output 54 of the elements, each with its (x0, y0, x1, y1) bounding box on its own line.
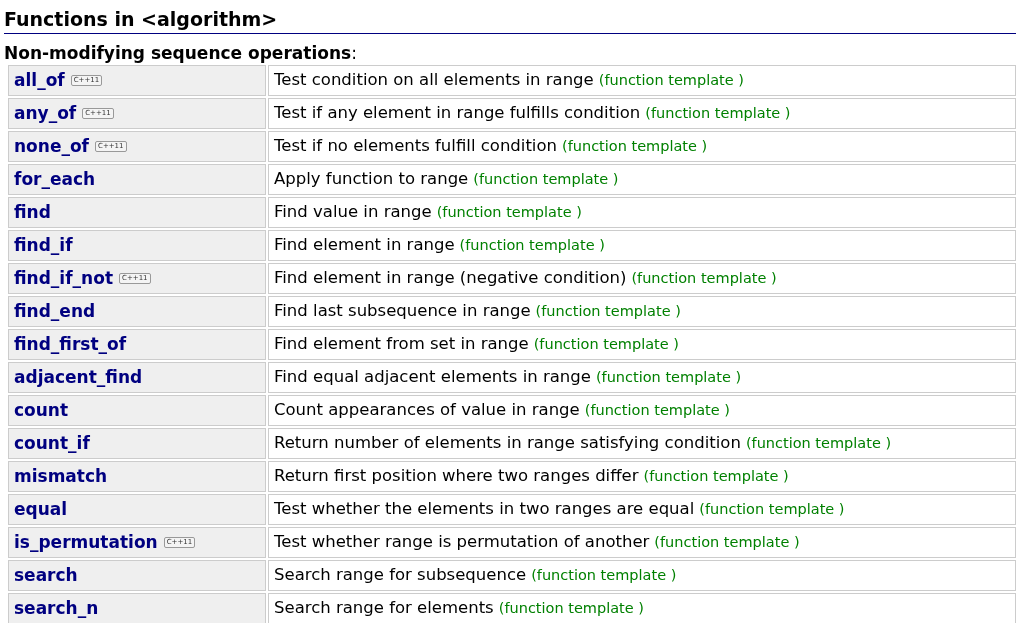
function-link[interactable]: equal (14, 496, 68, 523)
section-heading: Non-modifying sequence operations (4, 42, 352, 64)
description-text: Test whether range is permutation of another (274, 531, 650, 554)
function-link[interactable]: find (14, 199, 51, 226)
page-title: Functions in <algorithm> (4, 7, 278, 32)
description-text: Find element in range (274, 234, 455, 257)
function-link[interactable]: mismatch (14, 463, 108, 490)
function-kind-label: (function template ) (531, 565, 677, 585)
description-text: Find element from set in range (274, 333, 529, 356)
function-kind-label: (function template ) (699, 499, 845, 519)
function-link[interactable]: find_end (14, 298, 96, 325)
function-kind-label: (function template ) (654, 532, 800, 552)
description-text: Return number of elements in range satisfying condition (274, 432, 741, 455)
function-kind-label: (function template ) (584, 400, 730, 420)
description-text: Find last subsequence in range (274, 300, 531, 323)
function-kind-label: (function template ) (535, 301, 681, 321)
function-link[interactable]: find_if (14, 232, 73, 259)
description-text: Search range for subsequence (274, 564, 527, 587)
description-text: Count appearances of value in range (274, 399, 580, 422)
function-kind-label: (function template ) (436, 202, 582, 222)
function-link[interactable]: adjacent_find (14, 364, 143, 391)
description-text: Find element in range (negative condition) (274, 267, 627, 290)
function-link[interactable]: none_of (14, 133, 89, 160)
description-text: Search range for elements (274, 597, 494, 620)
function-link[interactable]: find_if_not (14, 265, 113, 292)
function-link[interactable]: any_of (14, 100, 77, 127)
function-link[interactable]: search (14, 562, 78, 589)
function-kind-label: (function template ) (533, 334, 679, 354)
function-kind-label: (function template ) (631, 268, 777, 288)
function-kind-label: (function template ) (562, 136, 708, 156)
function-link[interactable]: for_each (14, 166, 96, 193)
function-link[interactable]: search_n (14, 595, 99, 622)
function-kind-label: (function template ) (598, 70, 744, 90)
function-kind-label: (function template ) (643, 466, 789, 486)
function-kind-label: (function template ) (645, 103, 791, 123)
description-text: Test if no elements fulfill condition (274, 135, 557, 158)
description-text: Return first position where two ranges differ (274, 465, 639, 488)
description-text: Find equal adjacent elements in range (274, 366, 591, 389)
description-text: Test condition on all elements in range (274, 69, 594, 92)
description-text: Find value in range (274, 201, 432, 224)
description-text: Apply function to range (274, 168, 469, 191)
function-link[interactable]: count (14, 397, 69, 424)
function-link[interactable]: all_of (14, 67, 65, 94)
function-kind-label: (function template ) (473, 169, 619, 189)
function-link[interactable]: find_first_of (14, 331, 127, 358)
function-kind-label: (function template ) (459, 235, 605, 255)
description-text: Test if any element in range fulfills condition (274, 102, 641, 125)
heading-colon: : (351, 42, 357, 64)
description-text: Test whether the elements in two ranges are equal (274, 498, 695, 521)
function-link[interactable]: count_if (14, 430, 90, 457)
function-kind-label: (function template ) (745, 433, 892, 453)
function-kind-label: (function template ) (498, 598, 644, 618)
function-link[interactable]: is_permutation (14, 529, 158, 556)
function-kind-label: (function template ) (595, 367, 742, 387)
